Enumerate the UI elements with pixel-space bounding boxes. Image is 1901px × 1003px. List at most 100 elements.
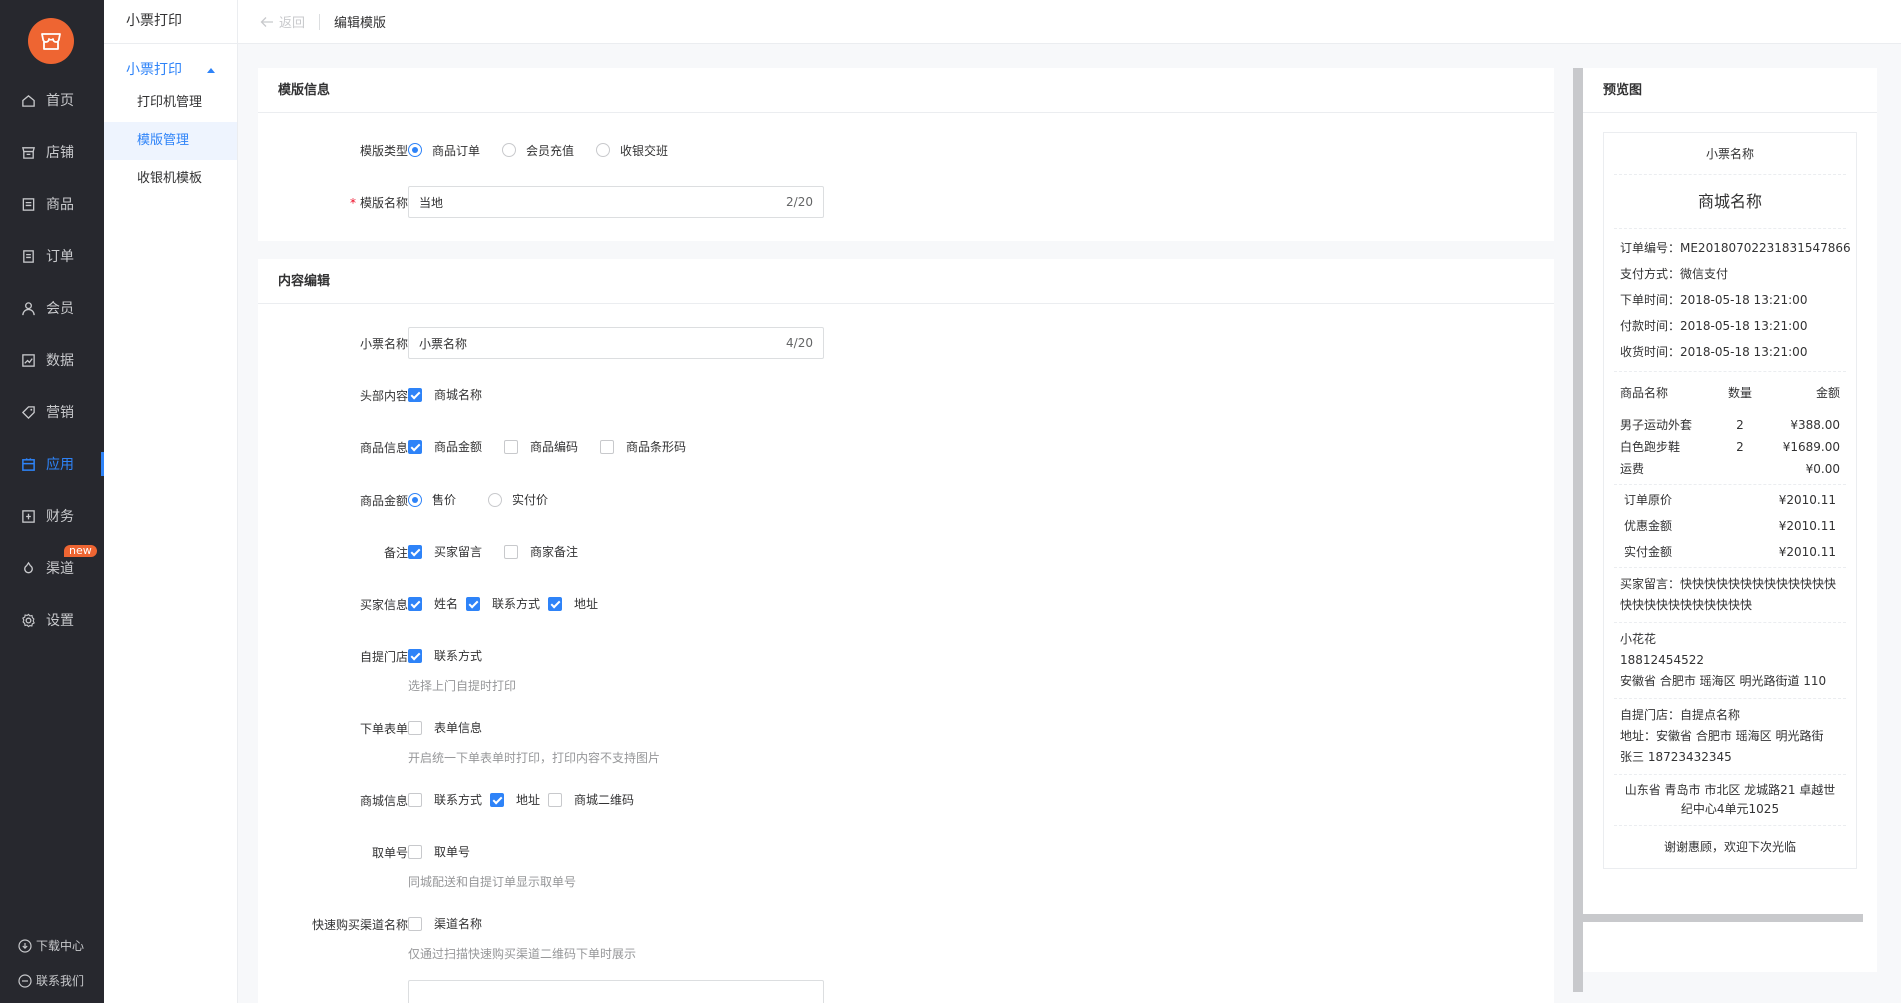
receipt-buyer-message: 买家留言：快快快快快快快快快快快快快快快快快快快快快快快快 — [1614, 568, 1846, 623]
option-label: 姓名 — [434, 597, 459, 611]
checkbox-checked[interactable] — [408, 387, 422, 402]
checkbox-unchecked[interactable] — [600, 439, 615, 454]
checkbox-mall-address[interactable]: 地址 — [490, 791, 540, 808]
checkbox-unchecked[interactable] — [408, 844, 422, 859]
nav-item-home[interactable]: 首页 — [0, 79, 104, 121]
sum-label: 实付金额 — [1624, 545, 1673, 559]
ticket-name-input[interactable]: 小票名称 4/20 — [408, 327, 824, 359]
nav-item-marketing[interactable]: 营销 — [0, 391, 104, 433]
arrow-left-icon — [260, 16, 273, 27]
radio-paid-price[interactable]: 实付价 — [488, 491, 548, 508]
footer-text-input[interactable] — [408, 980, 824, 1003]
checkbox-merchant-remark[interactable]: 商家备注 — [504, 543, 578, 560]
radio-cashier-shift[interactable]: 收银交班 — [596, 142, 668, 159]
cell — [1710, 458, 1770, 480]
cell: ¥0.00 — [1805, 462, 1840, 476]
radio-checked[interactable] — [408, 492, 422, 507]
option-label: 会员充值 — [526, 143, 575, 158]
subnav-group[interactable]: 小票打印 — [104, 56, 237, 84]
checkbox-checked[interactable] — [466, 596, 481, 611]
option-label: 联系方式 — [434, 649, 483, 663]
checkbox-checked[interactable] — [408, 439, 422, 454]
checkbox-buyer-address[interactable]: 地址 — [548, 595, 598, 612]
nav-item-settings[interactable]: 设置 — [0, 599, 104, 641]
checkbox-buyer-message[interactable]: 买家留言 — [408, 543, 482, 560]
receipt-mall-name: 商城名称 — [1614, 175, 1846, 229]
option-label: 商品编码 — [530, 440, 579, 454]
field-label: 小票名称 — [359, 337, 408, 351]
checkbox-checked[interactable] — [408, 648, 422, 663]
radio-unchecked[interactable] — [502, 143, 517, 157]
checkbox-goods-barcode[interactable]: 商品条形码 — [600, 438, 686, 455]
contact-us-link[interactable]: 联系我们 — [18, 972, 84, 989]
checkbox-pickup-contact[interactable]: 联系方式 — [408, 647, 482, 664]
field-label: 商品金额 — [359, 494, 408, 508]
checkbox-unchecked[interactable] — [408, 720, 422, 735]
checkbox-unchecked[interactable] — [504, 544, 519, 559]
checkbox-unchecked[interactable] — [408, 792, 422, 807]
store-logo[interactable] — [28, 18, 74, 64]
radio-unchecked[interactable] — [488, 492, 503, 507]
field-label: 取单号 — [371, 846, 408, 860]
checkbox-goods-amount[interactable]: 商品金额 — [408, 438, 482, 455]
checkbox-unchecked[interactable] — [548, 792, 563, 807]
radio-unchecked[interactable] — [596, 143, 611, 157]
nav-item-app[interactable]: 应用 — [0, 443, 104, 485]
back-button[interactable]: 返回 — [260, 12, 305, 31]
table-row: 男子运动外套 2 ¥388.00 — [1614, 414, 1846, 436]
template-name-input[interactable]: 当地 2/20 — [408, 186, 824, 218]
col-header: 金额 — [1815, 386, 1840, 400]
sum-value: ¥2010.11 — [1778, 545, 1836, 559]
member-icon — [20, 300, 36, 316]
checkbox-group: 买家留言 商家备注 — [408, 543, 600, 560]
checkbox-buyer-name[interactable]: 姓名 — [408, 595, 458, 612]
subnav-item-template[interactable]: 模版管理 — [104, 122, 237, 160]
field-label: 备注 — [383, 546, 408, 560]
subnav-item-cashier-template[interactable]: 收银机模板 — [104, 160, 237, 198]
nav-item-member[interactable]: 会员 — [0, 287, 104, 329]
field-hint: 开启统一下单表单时打印，打印内容不支持图片 — [408, 751, 661, 765]
nav-item-goods[interactable]: 商品 — [0, 183, 104, 225]
nav-item-channel[interactable]: 渠道 new — [0, 545, 104, 589]
char-counter: 2/20 — [786, 195, 813, 209]
nav-label: 设置 — [46, 613, 74, 629]
buyer-address: 安徽省 合肥市 瑶海区 明光路街道 110 — [1620, 674, 1827, 688]
checkbox-goods-code[interactable]: 商品编码 — [504, 438, 578, 455]
field-label: 头部内容 — [359, 389, 408, 403]
checkbox-unchecked[interactable] — [408, 916, 422, 931]
radio-sale-price[interactable]: 售价 — [408, 491, 456, 508]
preview-scrollbar-horizontal[interactable] — [1583, 914, 1863, 922]
nav-item-order[interactable]: 订单 — [0, 235, 104, 277]
field-label: 商品信息 — [359, 441, 408, 455]
nav-item-store[interactable]: 店铺 — [0, 131, 104, 173]
checkbox-channel-name[interactable]: 渠道名称 — [408, 915, 482, 932]
download-center-link[interactable]: 下载中心 — [18, 937, 84, 954]
preview-scrollbar-vertical[interactable] — [1573, 68, 1583, 992]
checkbox-buyer-contact[interactable]: 联系方式 — [466, 595, 540, 612]
checkbox-mall-name[interactable]: 商城名称 — [408, 386, 482, 403]
new-badge: new — [64, 545, 97, 557]
contact-icon — [18, 973, 32, 988]
checkbox-form-info[interactable]: 表单信息 — [408, 719, 482, 736]
table-row: 运费 ¥0.00 — [1614, 458, 1846, 480]
radio-member-recharge[interactable]: 会员充值 — [502, 142, 574, 159]
checkbox-checked[interactable] — [490, 792, 505, 807]
subnav-title: 小票打印 — [104, 0, 237, 44]
checkbox-checked[interactable] — [408, 544, 422, 559]
radio-goods-order[interactable]: 商品订单 — [408, 142, 480, 159]
checkbox-checked[interactable] — [548, 596, 563, 611]
nav-item-data[interactable]: 数据 — [0, 339, 104, 381]
option-label: 买家留言 — [434, 545, 483, 559]
nav-label: 店铺 — [46, 145, 74, 161]
receipt-line: 订单编号：ME20180702231831547866 — [1620, 241, 1851, 255]
option-label: 商品条形码 — [626, 440, 687, 454]
checkbox-take-number[interactable]: 取单号 — [408, 843, 470, 860]
nav-item-finance[interactable]: 财务 — [0, 495, 104, 537]
checkbox-unchecked[interactable] — [504, 439, 519, 454]
option-label: 商品订单 — [432, 143, 481, 158]
radio-checked[interactable] — [408, 143, 422, 157]
checkbox-mall-contact[interactable]: 联系方式 — [408, 791, 482, 808]
checkbox-mall-qrcode[interactable]: 商城二维码 — [548, 791, 634, 808]
checkbox-checked[interactable] — [408, 596, 422, 611]
subnav-item-printer[interactable]: 打印机管理 — [104, 84, 237, 122]
